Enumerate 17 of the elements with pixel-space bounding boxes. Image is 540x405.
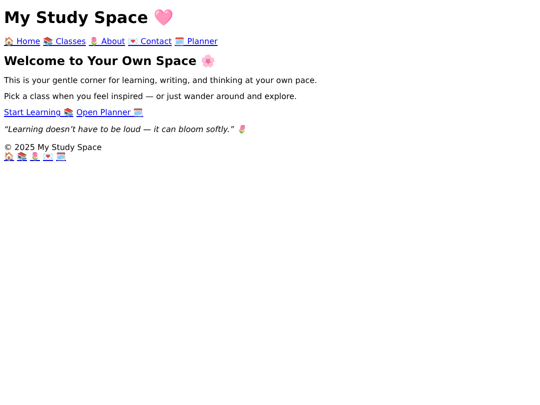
copyright: © 2025 My Study Space	[4, 143, 103, 152]
paragraph: This is your gentle corner for learning, writing, and thinking at your own pace.	[4, 76, 318, 85]
footer-link[interactable]: 📚	[17, 152, 27, 161]
section-heading: Welcome to Your Own Space 🌸	[4, 54, 217, 68]
nav-link[interactable]: 🌷 About	[88, 37, 126, 46]
footer-link[interactable]: 💌	[43, 152, 53, 161]
paragraph: Pick a class when you feel inspired — or just wander around and explore.	[4, 92, 298, 101]
nav-link[interactable]: 🗓 Planner	[174, 37, 218, 46]
footer-link[interactable]: 🏠	[4, 152, 14, 161]
action-link[interactable]: Start Learning 📚	[4, 108, 74, 117]
nav-link[interactable]: 🏠 Home	[4, 37, 40, 46]
action-link[interactable]: Open Planner 🗓	[76, 108, 144, 117]
page-title: My Study Space 🩷	[4, 8, 175, 27]
footer-link[interactable]: 🗓	[56, 152, 66, 161]
quote: “Learning doesn’t have to be loud — it can bloom softly.” 🌷	[4, 125, 247, 134]
nav-link[interactable]: 💌 Contact	[128, 37, 172, 46]
nav-link[interactable]: 📚 Classes	[43, 37, 86, 46]
